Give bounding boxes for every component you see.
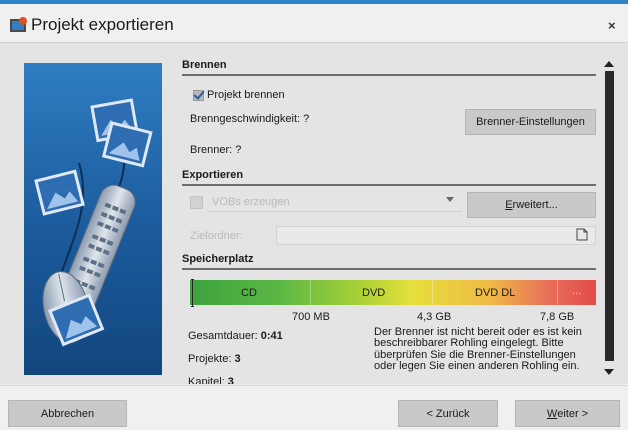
segment-more-label: ... [572,285,582,297]
size-dvddl: 7,8 GB [540,311,575,323]
next-button-mnemonic: W [546,407,558,420]
side-illustration [24,63,162,375]
usage-marker [191,279,194,307]
target-folder-label: Zielordner: [190,230,243,242]
projects-row: Projekte: 3 [188,353,241,365]
back-button[interactable]: < Zurück [398,400,498,427]
size-cd: 700 MB [292,311,330,323]
advanced-button-mnemonic: E [505,199,513,211]
projects-label: Projekte: [188,353,232,365]
section-burn-heading: Brennen [182,59,596,76]
duration-row: Gesamtdauer: 0:41 [188,330,283,342]
duration-value: 0:41 [260,330,283,342]
window-title: Projekt exportieren [31,15,174,34]
dialog-footer: Abbrechen < Zurück Weiter > [0,385,628,430]
burner-label: Brenner: ? [190,144,242,156]
advanced-button[interactable]: Erweitert... [467,192,596,218]
projects-value: 3 [234,353,241,365]
chapters-row: Kapitel: 3 [188,376,234,384]
duration-label: Gesamtdauer: [188,330,258,342]
scroll-down-icon[interactable] [604,369,614,375]
next-button-label: eiter > [557,407,589,420]
burner-settings-button[interactable]: Brenner-Einstellungen [465,109,596,135]
bar-divider-dvd [432,280,433,305]
target-folder-field[interactable] [276,226,596,245]
create-vobs-label: VOBs erzeugen [212,196,290,208]
burn-project-checkbox[interactable] [193,90,204,101]
bar-divider-dvddl [557,280,558,305]
burn-project-label[interactable]: Projekt brennen [207,89,285,101]
section-storage-heading: Speicherplatz [182,253,596,270]
cancel-button[interactable]: Abbrechen [8,400,127,427]
scrollbar-thumb[interactable] [605,71,614,361]
storage-bar: CD DVD DVD DL ... [190,280,596,305]
next-button[interactable]: Weiter > [515,400,620,427]
app-icon [10,17,27,32]
segment-cd-label: CD [241,287,257,299]
chapters-value: 3 [227,376,234,384]
segment-dvddl-label: DVD DL [475,287,516,299]
scroll-up-icon[interactable] [604,61,614,67]
chapters-label: Kapitel: [188,376,225,384]
size-dvd: 4,3 GB [417,311,452,323]
section-export-heading: Exportieren [182,169,596,186]
export-dialog: Projekt exportieren × Brennen Projekt br… [0,0,628,430]
title-bar: Projekt exportieren × [0,8,628,42]
chevron-down-icon[interactable] [446,197,454,202]
dialog-content: Brennen Projekt brennen Brenngeschwindig… [0,42,628,384]
advanced-button-label: rweitert... [512,199,558,211]
bar-divider-cd [310,280,311,305]
close-icon[interactable]: × [608,18,616,33]
burner-status-message: Der Brenner ist nicht bereit oder es ist… [374,326,582,373]
folder-icon[interactable] [576,228,588,241]
burn-speed-label: Brenngeschwindigkeit: ? [190,113,310,125]
create-vobs-checkbox[interactable] [190,196,203,209]
segment-dvd-label: DVD [362,287,386,299]
